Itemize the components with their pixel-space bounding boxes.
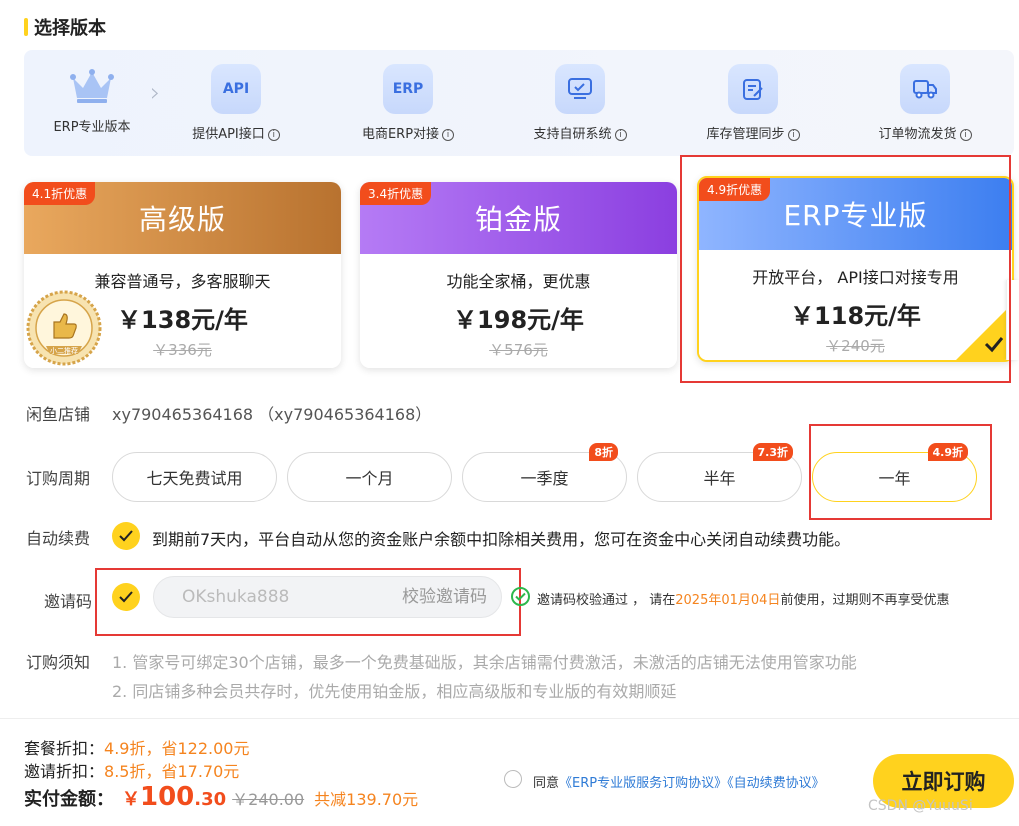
invite-msg-suffix: 前使用，过期则不再享受优惠 [780, 593, 950, 608]
shop-value: xy790465364168 （xy790465364168） [112, 405, 432, 424]
plan-card-erp-pro[interactable]: ERP专业版 4.9折优惠 开放平台， API接口对接专用 ￥118元/年 ￥2… [697, 176, 1014, 362]
feature-inventory: 库存管理同步 i [678, 64, 828, 142]
plan-price: ￥198元/年 [453, 306, 584, 334]
invite-message: 邀请码校验通过 ， 请在2025年01月04日前使用，过期则不再享受优惠 [537, 589, 949, 608]
plan-body: 功能全家桶，更优惠 ￥198元/年 ￥576元 [360, 254, 677, 368]
seal-text: 小二推荐 [50, 346, 78, 355]
period-option-year[interactable]: 一年 4.9折 [812, 443, 977, 502]
period-option-label: 七天免费试用 [146, 469, 243, 488]
invite-discount-label: 邀请折扣： [24, 762, 105, 781]
check-icon [119, 530, 133, 542]
period-option-month[interactable]: 一个月 [287, 452, 452, 502]
monitor-check-icon [555, 64, 605, 114]
plan-description: 功能全家桶，更优惠 [446, 272, 591, 291]
plan-original-price: ￥576元 [489, 341, 548, 359]
notice-line: 2. 同店铺多种会员共存时，优先使用铂金版，相应高级版和专业版的有效期顺延 [112, 682, 677, 701]
success-check-icon [511, 587, 530, 606]
invite-label: 邀请码 [44, 592, 93, 611]
auto-renew-agreement-link[interactable]: 《自动续费协议》 [727, 776, 825, 791]
info-icon[interactable]: i [614, 128, 627, 141]
feature-api: API 提供API接口 i [161, 64, 311, 142]
period-option-label: 一季度 [520, 469, 569, 488]
invite-msg-prefix: 邀请码校验通过 ， 请在 [537, 593, 676, 608]
delivery-truck-icon [900, 64, 950, 114]
section-title: 选择版本 [24, 14, 106, 40]
period-label: 订购周期 [26, 469, 91, 488]
total-integer: 100 [140, 782, 195, 812]
invite-discount: 邀请折扣：8.5折，省17.70元 [24, 758, 239, 782]
invite-checkbox[interactable] [112, 583, 140, 611]
feature-shipping: 订单物流发货 i [850, 64, 1000, 142]
notice-label: 订购须知 [26, 653, 91, 672]
feature-label: 库存管理同步 [706, 127, 785, 142]
plan-card-advanced[interactable]: 高级版 4.1折优惠 兼容普通号，多客服聊天 ￥138元/年 ￥336元 小二推… [24, 182, 341, 368]
discount-badge: 4.9折优惠 [699, 178, 771, 201]
total-decimal: .30 [194, 789, 227, 810]
invite-msg-date: 2025年01月04日 [675, 593, 781, 608]
invite-discount-value: 8.5折，省17.70元 [104, 762, 240, 781]
period-option-label: 半年 [703, 469, 736, 488]
chevron-right-icon: › [150, 78, 161, 108]
package-discount-label: 套餐折扣： [24, 739, 105, 758]
discount-badge: 3.4折优惠 [360, 182, 432, 205]
notice-line: 1. 管家号可绑定30个店铺，最多一个免费基础版，其余店铺需付费激活，未激活的店… [112, 653, 857, 672]
total-saved: 共减139.70元 [314, 790, 419, 809]
info-icon[interactable]: i [787, 128, 800, 141]
package-discount: 套餐折扣：4.9折，省122.00元 [24, 735, 249, 759]
title-accent-bar [24, 18, 28, 36]
check-icon [119, 591, 133, 603]
recommend-seal-icon: 小二推荐 [26, 290, 102, 366]
auto-renew-checkbox[interactable] [112, 522, 140, 550]
total-label: 实付金额： [24, 789, 114, 810]
feature-erp: ERP 电商ERP对接 i [333, 64, 483, 142]
shop-label: 闲鱼店铺 [26, 405, 91, 424]
agreement-prefix: 同意 [533, 776, 560, 791]
verify-invite-button[interactable]: 校验邀请码 [402, 577, 487, 617]
feature-label: 支持自研系统 [533, 127, 612, 142]
auto-renew-label: 自动续费 [26, 529, 91, 548]
period-discount-tag: 8折 [589, 443, 618, 461]
plan-card-platinum[interactable]: 铂金版 3.4折优惠 功能全家桶，更优惠 ￥198元/年 ￥576元 [360, 182, 677, 368]
total-original-price: ￥240.00 [232, 790, 305, 809]
info-icon[interactable]: i [267, 128, 280, 141]
period-discount-tag: 4.9折 [927, 443, 968, 461]
watermark: CSDN @YuuuSi [868, 798, 973, 814]
divider [0, 718, 1019, 719]
feature-label: 提供API接口 [192, 127, 265, 142]
info-icon[interactable]: i [442, 128, 455, 141]
selected-check-icon [956, 304, 1012, 360]
feature-self-dev: 支持自研系统 i [505, 64, 655, 142]
crown-label: ERP专业版本 [53, 120, 131, 135]
feature-label: 订单物流发货 [878, 127, 957, 142]
discount-badge: 4.1折优惠 [24, 182, 96, 205]
package-discount-value: 4.9折，省122.00元 [104, 739, 250, 758]
info-icon[interactable]: i [959, 128, 972, 141]
clipboard-edit-icon [728, 64, 778, 114]
api-icon: API [211, 64, 261, 114]
section-title-text: 选择版本 [34, 18, 106, 39]
period-option-trial[interactable]: 七天免费试用 [112, 452, 277, 502]
auto-renew-text: 到期前7天内，平台自动从您的资金账户余额中扣除相关费用，您可在资金中心关闭自动续… [152, 530, 851, 549]
feature-strip: ERP专业版本 › API 提供API接口 i ERP 电商ERP对接 i 支持自研… [24, 50, 1014, 156]
feature-label: 电商ERP对接 [361, 127, 440, 142]
invite-code-field: 校验邀请码 [153, 576, 502, 618]
invite-code-input[interactable] [182, 577, 362, 617]
erp-icon: ERP [383, 64, 433, 114]
agreement-text: 同意《ERP专业版服务订购协议》《自动续费协议》 [533, 772, 825, 791]
service-agreement-link[interactable]: 《ERP专业版服务订购协议》 [559, 776, 727, 791]
total-amount: 实付金额： ￥ 100 .30 ￥240.00 共减139.70元 [24, 782, 418, 812]
plan-description: 开放平台， API接口对接专用 [752, 268, 959, 287]
period-option-quarter[interactable]: 一季度 8折 [462, 443, 627, 502]
next-card-edge [1006, 280, 1019, 360]
feature-crown: ERP专业版本 [42, 68, 142, 135]
agreement-radio[interactable] [504, 770, 522, 788]
crown-icon [70, 69, 114, 103]
period-discount-tag: 7.3折 [752, 443, 793, 461]
period-option-label: 一个月 [345, 469, 394, 488]
total-currency: ￥ [122, 789, 140, 810]
period-option-half-year[interactable]: 半年 7.3折 [637, 443, 802, 502]
period-option-label: 一年 [878, 469, 911, 488]
